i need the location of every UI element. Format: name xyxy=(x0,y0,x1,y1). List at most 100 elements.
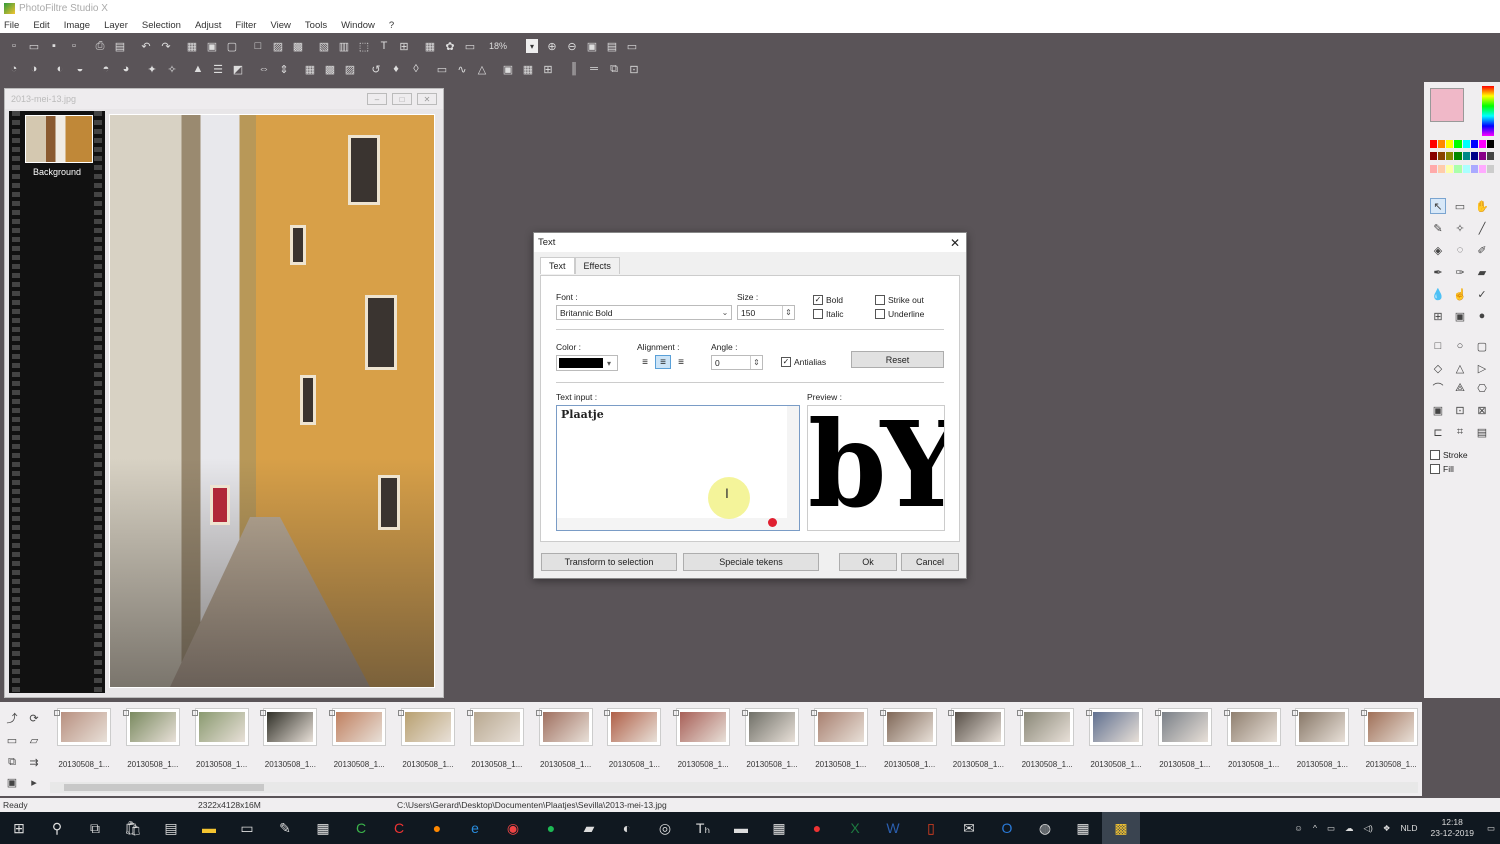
align-center-icon[interactable]: ≡ xyxy=(655,355,671,369)
tab-effects[interactable]: Effects xyxy=(574,257,620,274)
foreground-color[interactable] xyxy=(1430,88,1464,122)
menu-view[interactable]: View xyxy=(270,20,290,31)
deform-tool-icon[interactable]: ✓ xyxy=(1474,286,1490,302)
align-right-icon[interactable]: ≡ xyxy=(673,355,689,369)
select-tool-icon[interactable]: ▭ xyxy=(1452,198,1468,214)
refresh-icon[interactable]: ⟳ xyxy=(26,710,42,726)
thumb-checkbox[interactable] xyxy=(1154,710,1161,716)
flip-h-icon[interactable]: ⇔ xyxy=(254,59,274,79)
contrast-up-icon[interactable]: ◕ xyxy=(116,59,136,79)
thumb-checkbox[interactable] xyxy=(122,710,129,716)
picker-tool-icon[interactable]: ✎ xyxy=(1430,220,1446,236)
notepad-icon[interactable]: ▤ xyxy=(152,812,190,844)
zoom-level[interactable]: 18% xyxy=(486,39,526,53)
auto-level-icon[interactable]: ◔ xyxy=(4,59,24,79)
noise-icon[interactable]: ▨ xyxy=(340,59,360,79)
thumb-checkbox[interactable] xyxy=(673,710,680,716)
excel-icon[interactable]: X xyxy=(836,812,874,844)
thumb-checkbox[interactable] xyxy=(54,710,60,716)
water-icon[interactable]: ◊ xyxy=(406,59,426,79)
underline-checkbox[interactable]: Underline xyxy=(875,309,924,319)
brightness-down-icon[interactable]: ◐ xyxy=(50,59,70,79)
menu-image[interactable]: Image xyxy=(64,20,90,31)
outlook-icon[interactable]: O xyxy=(988,812,1026,844)
triangle-shape-icon[interactable]: △ xyxy=(1452,360,1468,376)
zoom-dropdown-icon[interactable]: ▾ xyxy=(526,39,538,53)
notification-icon[interactable]: ▭ xyxy=(1487,823,1495,834)
calculator-icon[interactable]: ▦ xyxy=(1064,812,1102,844)
filmstrip-thumb[interactable]: 20130508_1... xyxy=(1292,708,1352,780)
app-icon[interactable]: ▦ xyxy=(304,812,342,844)
mail-icon[interactable]: ✉ xyxy=(950,812,988,844)
folder-icon[interactable]: ▭ xyxy=(4,732,20,748)
search-icon[interactable]: ⚲ xyxy=(38,812,76,844)
text-input-area[interactable]: Plaatje xyxy=(556,405,800,531)
chevron-up-icon[interactable]: ^ xyxy=(1313,823,1317,833)
arrow-shape-icon[interactable]: ▷ xyxy=(1474,360,1490,376)
saturation-up-icon[interactable]: ✧ xyxy=(162,59,182,79)
menu-adjust[interactable]: Adjust xyxy=(195,20,221,31)
chrome-icon[interactable]: ◉ xyxy=(494,812,532,844)
image-window[interactable]: 2013-mei-13.jpg – □ ✕ Background xyxy=(4,88,444,698)
cancel-button[interactable]: Cancel xyxy=(901,553,959,571)
rounded-rect-shape-icon[interactable]: ▢ xyxy=(1474,338,1490,354)
thumb-checkbox[interactable] xyxy=(466,710,473,716)
folder-up-icon[interactable]: ⤴ xyxy=(4,710,20,726)
filmstrip-thumb[interactable]: 20130508_1... xyxy=(329,708,389,780)
save-as-icon[interactable]: ▫ xyxy=(64,36,84,56)
smudge-tool-icon[interactable]: ☝ xyxy=(1452,286,1468,302)
magic-lasso-icon[interactable]: ⎔ xyxy=(1474,380,1490,396)
monitor-icon[interactable]: ▭ xyxy=(228,812,266,844)
diamond-shape-icon[interactable]: ◇ xyxy=(1430,360,1446,376)
rectangle-shape-icon[interactable]: □ xyxy=(1430,338,1446,354)
italic-checkbox[interactable]: Italic xyxy=(813,309,843,319)
hide-selection-icon[interactable]: ⊠ xyxy=(1474,402,1490,418)
fill-tool-icon[interactable]: ◈ xyxy=(1430,242,1446,258)
open-icon[interactable]: ▭ xyxy=(24,36,44,56)
print-icon[interactable]: ⎙ xyxy=(90,36,110,56)
open-folder-icon[interactable]: ▱ xyxy=(26,732,42,748)
saturation-down-icon[interactable]: ✦ xyxy=(142,59,162,79)
menu-filter[interactable]: Filter xyxy=(235,20,256,31)
actual-size-icon[interactable]: ▤ xyxy=(602,36,622,56)
flip-v-icon[interactable]: ⇕ xyxy=(274,59,294,79)
selection-to-layer-icon[interactable]: ⊏ xyxy=(1430,424,1446,440)
text-icon[interactable]: T xyxy=(374,36,394,56)
horizontal-scrollbar[interactable] xyxy=(557,518,799,530)
contrast-down-icon[interactable]: ◓ xyxy=(96,59,116,79)
photofiltre-icon[interactable]: ▩ xyxy=(1102,812,1140,844)
special-characters-button[interactable]: Speciale tekens xyxy=(683,553,819,571)
color-picker[interactable]: ▾ xyxy=(556,355,618,371)
filmstrip-thumb[interactable]: 20130508_1... xyxy=(1223,708,1284,780)
antialias-checkbox[interactable]: ✓ Antialias xyxy=(781,357,826,367)
columns-icon[interactable]: ║ xyxy=(564,59,584,79)
menu-edit[interactable]: Edit xyxy=(33,20,49,31)
plugin-icon[interactable]: ⊡ xyxy=(624,59,644,79)
menu-tools[interactable]: Tools xyxy=(305,20,327,31)
thumb-checkbox[interactable] xyxy=(1017,710,1024,716)
tool-icon[interactable]: ✎ xyxy=(266,812,304,844)
thumb-checkbox[interactable] xyxy=(398,710,404,716)
thumb-checkbox[interactable] xyxy=(948,710,955,716)
filmstrip-thumb[interactable]: 20130508_1... xyxy=(879,708,940,780)
polygon-lasso-icon[interactable]: ⟁ xyxy=(1452,380,1468,396)
filmstrip-thumb[interactable]: 20130508_1... xyxy=(810,708,871,780)
angle-input[interactable]: 0 ⇕ xyxy=(711,355,763,370)
eraser-tool-icon[interactable]: ▰ xyxy=(1474,264,1490,280)
ok-button[interactable]: Ok xyxy=(839,553,897,571)
delete-file-icon[interactable]: ▣ xyxy=(4,774,20,790)
network-icon[interactable]: ▭ xyxy=(1327,823,1335,834)
close-icon[interactable]: ✕ xyxy=(417,93,437,105)
task-view-icon[interactable]: ⧉ xyxy=(76,812,114,844)
camera-icon[interactable]: ◎ xyxy=(646,812,684,844)
thumb-checkbox[interactable] xyxy=(329,710,336,716)
filmstrip-thumb[interactable]: 20130508_1... xyxy=(742,708,802,780)
batch-icon[interactable]: ⧉ xyxy=(604,59,624,79)
thumb-checkbox[interactable] xyxy=(1292,710,1299,716)
grayscale-icon[interactable]: ☰ xyxy=(208,59,228,79)
language-indicator[interactable]: NLD xyxy=(1400,823,1417,833)
selection-options-icon[interactable]: ▤ xyxy=(1474,424,1490,440)
filmstrip-thumb[interactable]: 20130508_1... xyxy=(1361,708,1421,780)
gamma-icon[interactable]: ▲ xyxy=(188,59,208,79)
select-all-icon[interactable]: ▣ xyxy=(1430,402,1446,418)
